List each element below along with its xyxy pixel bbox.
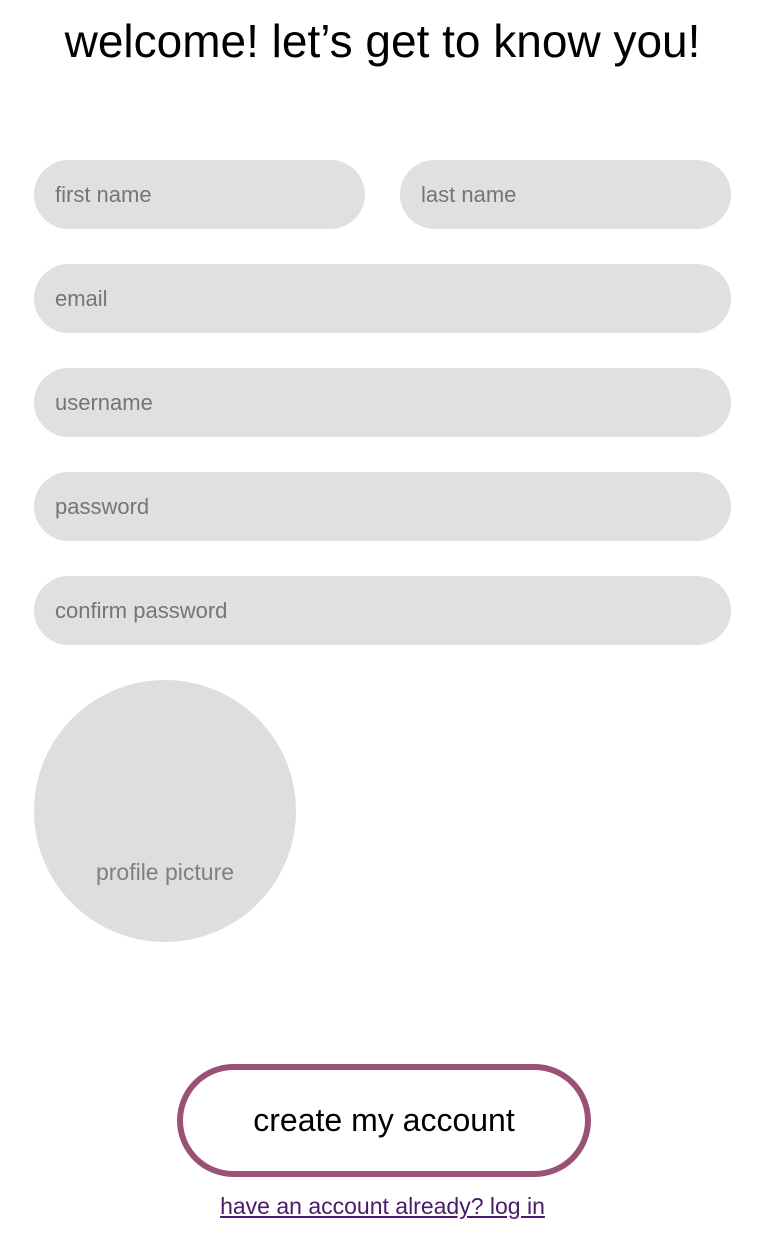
profile-picture-label: profile picture — [95, 859, 235, 885]
email-field[interactable] — [34, 264, 731, 333]
create-account-button[interactable]: create my account — [177, 1064, 591, 1177]
confirm-password-field[interactable] — [34, 576, 731, 645]
page-title: welcome! let’s get to know you! — [64, 15, 701, 67]
password-field[interactable] — [34, 472, 731, 541]
profile-picture-upload[interactable]: profile picture — [34, 680, 296, 942]
first-name-field[interactable] — [34, 160, 365, 229]
last-name-field[interactable] — [400, 160, 731, 229]
login-link-container: have an account already? log in — [0, 1192, 765, 1220]
username-field[interactable] — [34, 368, 731, 437]
login-link[interactable]: have an account already? log in — [220, 1193, 545, 1219]
